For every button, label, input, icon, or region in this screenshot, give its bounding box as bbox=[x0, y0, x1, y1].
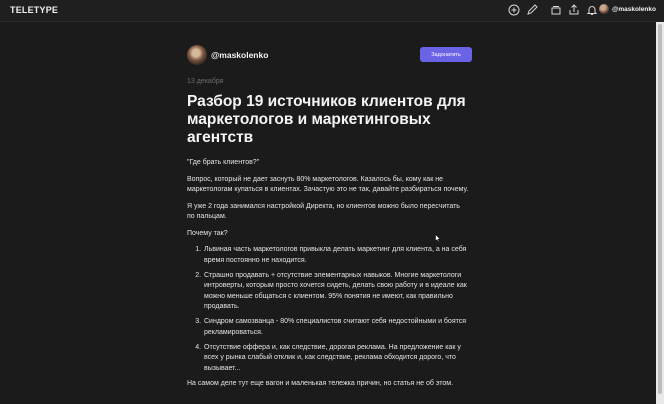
avatar bbox=[599, 4, 609, 14]
list-item: Страшно продавать + отсутствие элементар… bbox=[203, 271, 469, 313]
article-paragraph: Вопрос, который не дает заснуть 80% марк… bbox=[187, 175, 469, 194]
author-name: @maskolenko bbox=[211, 50, 269, 60]
article-paragraph: На самом деле тут еще вагон и маленькая … bbox=[187, 379, 454, 387]
donate-button[interactable]: Задонатить bbox=[420, 47, 472, 62]
bell-icon[interactable] bbox=[586, 4, 598, 16]
scrollbar-thumb[interactable] bbox=[658, 24, 662, 394]
top-bar: TELETYPE @maskolenko bbox=[0, 0, 664, 22]
article-paragraph: "Где брать клиентов?" bbox=[187, 159, 260, 166]
mouse-cursor-icon bbox=[435, 234, 441, 242]
list-item: Синдром самозванца - 80% специалистов сч… bbox=[203, 317, 469, 338]
author-block[interactable]: @maskolenko bbox=[187, 45, 268, 65]
user-menu[interactable]: @maskolenko bbox=[599, 4, 656, 14]
article-paragraph: Почему так? bbox=[187, 229, 228, 237]
header-actions bbox=[508, 4, 604, 16]
article-body: "Где брать клиентов?" Вопрос, который не… bbox=[187, 158, 469, 395]
reasons-list: Львиная часть маркетологов привыкла дела… bbox=[203, 245, 469, 374]
list-item: Львиная часть маркетологов привыкла дела… bbox=[203, 245, 469, 266]
list-item: Отсутствие оффера и, как следствие, доро… bbox=[203, 343, 469, 375]
article-date: 13 декабря bbox=[187, 78, 224, 85]
teletype-logo[interactable]: TELETYPE bbox=[10, 5, 58, 15]
plus-circle-icon[interactable] bbox=[508, 4, 520, 16]
article-title: Разбор 19 источников клиентов для маркет… bbox=[187, 93, 466, 146]
share-icon[interactable] bbox=[568, 4, 580, 16]
pencil-icon[interactable] bbox=[526, 4, 538, 16]
header-username: @maskolenko bbox=[612, 5, 656, 13]
author-avatar bbox=[187, 45, 207, 65]
article-paragraph: Я уже 2 года занимался настройкой Директ… bbox=[187, 202, 460, 221]
layers-icon[interactable] bbox=[550, 4, 562, 16]
